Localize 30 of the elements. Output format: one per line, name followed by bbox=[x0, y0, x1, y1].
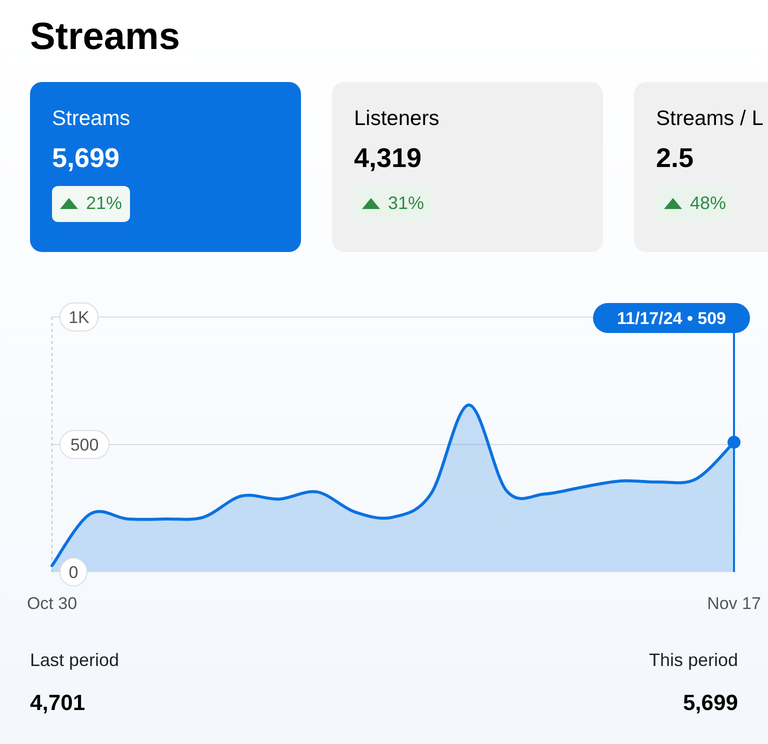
up-triangle-icon bbox=[362, 198, 380, 209]
period-label: Last period bbox=[30, 648, 120, 672]
up-triangle-icon bbox=[664, 198, 682, 209]
y-axis-label: 500 bbox=[60, 430, 110, 458]
y-tick-label: 500 bbox=[70, 435, 99, 454]
page-title: Streams bbox=[30, 15, 180, 60]
data-point bbox=[728, 435, 740, 448]
period-value: 4,701 bbox=[30, 688, 86, 716]
period-value: 5,699 bbox=[682, 688, 738, 716]
metric-value: 2.5 bbox=[656, 142, 694, 175]
x-axis-label: Oct 30 bbox=[26, 594, 78, 612]
up-triangle-icon bbox=[60, 198, 78, 209]
metric-value: 4,319 bbox=[354, 142, 422, 175]
metric-label: Listeners bbox=[354, 106, 440, 132]
period-label: This period bbox=[648, 648, 738, 672]
y-tick-label: 1K bbox=[68, 308, 90, 326]
metric-card[interactable]: Listeners 4,319 31% bbox=[332, 82, 603, 252]
y-axis-label: 0 bbox=[60, 557, 88, 586]
change-badge: 48% bbox=[656, 186, 734, 222]
x-axis-label: Nov 17 bbox=[707, 594, 761, 612]
tooltip: 11/17/24 • 509 bbox=[593, 302, 750, 332]
metric-label: Streams / L bbox=[656, 106, 764, 132]
metric-label: Streams bbox=[52, 106, 130, 132]
metric-value: 5,699 bbox=[52, 142, 120, 175]
metric-card[interactable]: Streams 5,699 21% bbox=[30, 82, 301, 252]
y-axis-label: 1K bbox=[60, 302, 98, 331]
change-badge: 21% bbox=[52, 186, 130, 222]
change-badge: 31% bbox=[354, 186, 432, 222]
y-tick-label: 0 bbox=[68, 562, 78, 582]
metric-card[interactable]: Streams / L 2.5 48% bbox=[634, 82, 768, 252]
